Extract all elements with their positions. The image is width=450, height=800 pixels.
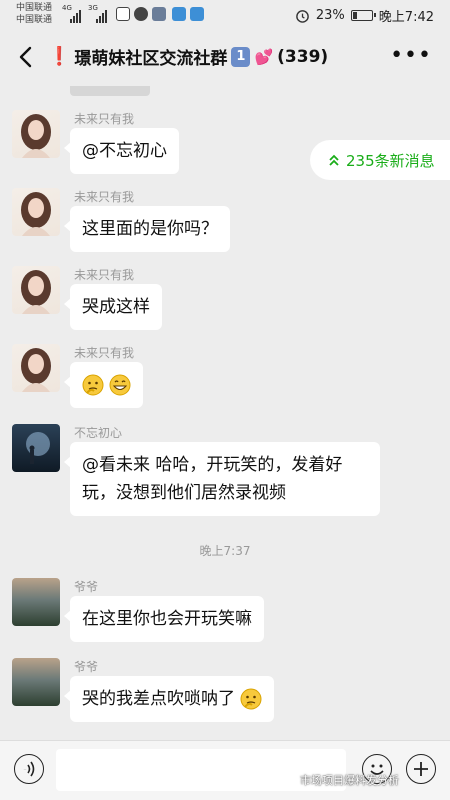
battery-text: 23%: [315, 8, 345, 23]
watermark: 市场项目爆料发分析: [300, 774, 399, 787]
group-name: 璟萌妹社区交流社群: [74, 49, 228, 69]
time-separator: 晚上7:37: [199, 544, 251, 558]
chat-title[interactable]: ❗ 璟萌妹社区交流社群 1 💕 (339): [48, 44, 328, 69]
avatar[interactable]: [12, 344, 60, 392]
avatar[interactable]: [12, 424, 60, 472]
more-icon: •••: [390, 43, 432, 68]
grin-emoji: [109, 374, 131, 396]
sender-name: 爷爷: [74, 660, 99, 674]
carrier-1: 中国联通: [16, 3, 53, 13]
input-bar: [0, 740, 450, 800]
carrier-2: 中国联通: [16, 15, 53, 25]
sender-name: 不忘初心: [74, 426, 123, 440]
chat-header: ❗ 璟萌妹社区交流社群 1 💕 (339) •••: [0, 30, 450, 84]
sim-icon: [116, 7, 130, 21]
app-icon: [152, 7, 166, 21]
alarm-icon: [296, 10, 309, 23]
message-bubble[interactable]: 这里面的是你吗？: [64, 206, 230, 252]
avatar[interactable]: [12, 266, 60, 314]
plus-button[interactable]: [406, 754, 436, 784]
sender-name: 未来只有我: [74, 112, 135, 126]
new-messages-label: 235条新消息: [346, 151, 435, 170]
voice-button[interactable]: [14, 754, 44, 784]
signal-icon: [70, 5, 81, 23]
sender-name: 未来只有我: [74, 268, 135, 282]
chat-area[interactable]: 未来只有我 @不忘初心 235条新消息 未来只有我 这里面的是你吗？ 未来只有我…: [0, 84, 450, 740]
hearts-icon: 💕: [254, 47, 274, 66]
previous-message-fragment: [70, 86, 150, 96]
message-bubble[interactable]: 哭的我差点吹唢呐了: [63, 676, 275, 722]
message-bubble[interactable]: 在这里你也会开玩笑嘛: [64, 596, 264, 642]
thinking-emoji: [240, 688, 262, 710]
double-chevron-up-icon: [329, 154, 339, 166]
back-icon: [19, 46, 32, 68]
thinking-emoji: [82, 374, 104, 396]
app-icon: [172, 7, 186, 21]
status-right: 23% 晚上7:42: [295, 6, 434, 25]
new-messages-button[interactable]: 235条新消息: [310, 140, 450, 180]
keycap-badge: 1: [231, 46, 251, 67]
message-bubble[interactable]: [63, 362, 144, 408]
sender-name: 未来只有我: [74, 190, 135, 204]
status-time: 晚上7:42: [378, 10, 434, 25]
message-bubble[interactable]: @不忘初心: [64, 128, 179, 174]
avatar[interactable]: [12, 658, 60, 706]
plus-icon: [414, 762, 428, 776]
avatar[interactable]: [12, 188, 60, 236]
message-text: 哭的我差点吹唢呐了: [82, 689, 235, 709]
member-count: (339): [277, 46, 329, 67]
avatar[interactable]: [12, 110, 60, 158]
app-icon: [190, 7, 204, 21]
sender-name: 未来只有我: [74, 346, 135, 360]
sender-name: 爷爷: [74, 580, 99, 594]
battery-icon: [350, 10, 376, 21]
message-bubble[interactable]: 哭成这样: [64, 284, 162, 330]
voice-icon: [23, 761, 35, 777]
exclamation-icon: ❗: [48, 46, 71, 67]
chat-bubble-icon: [134, 7, 148, 21]
avatar[interactable]: [12, 578, 60, 626]
more-button[interactable]: •••: [390, 43, 432, 68]
back-button[interactable]: [14, 44, 36, 70]
status-bar: 中国联通 中国联通 4G 3G 23% 晚上7:42: [0, 0, 450, 30]
message-bubble[interactable]: @看未来 哈哈，开玩笑的，发着好玩，没想到他们居然录视频: [64, 442, 380, 516]
signal-icon: [96, 5, 107, 23]
